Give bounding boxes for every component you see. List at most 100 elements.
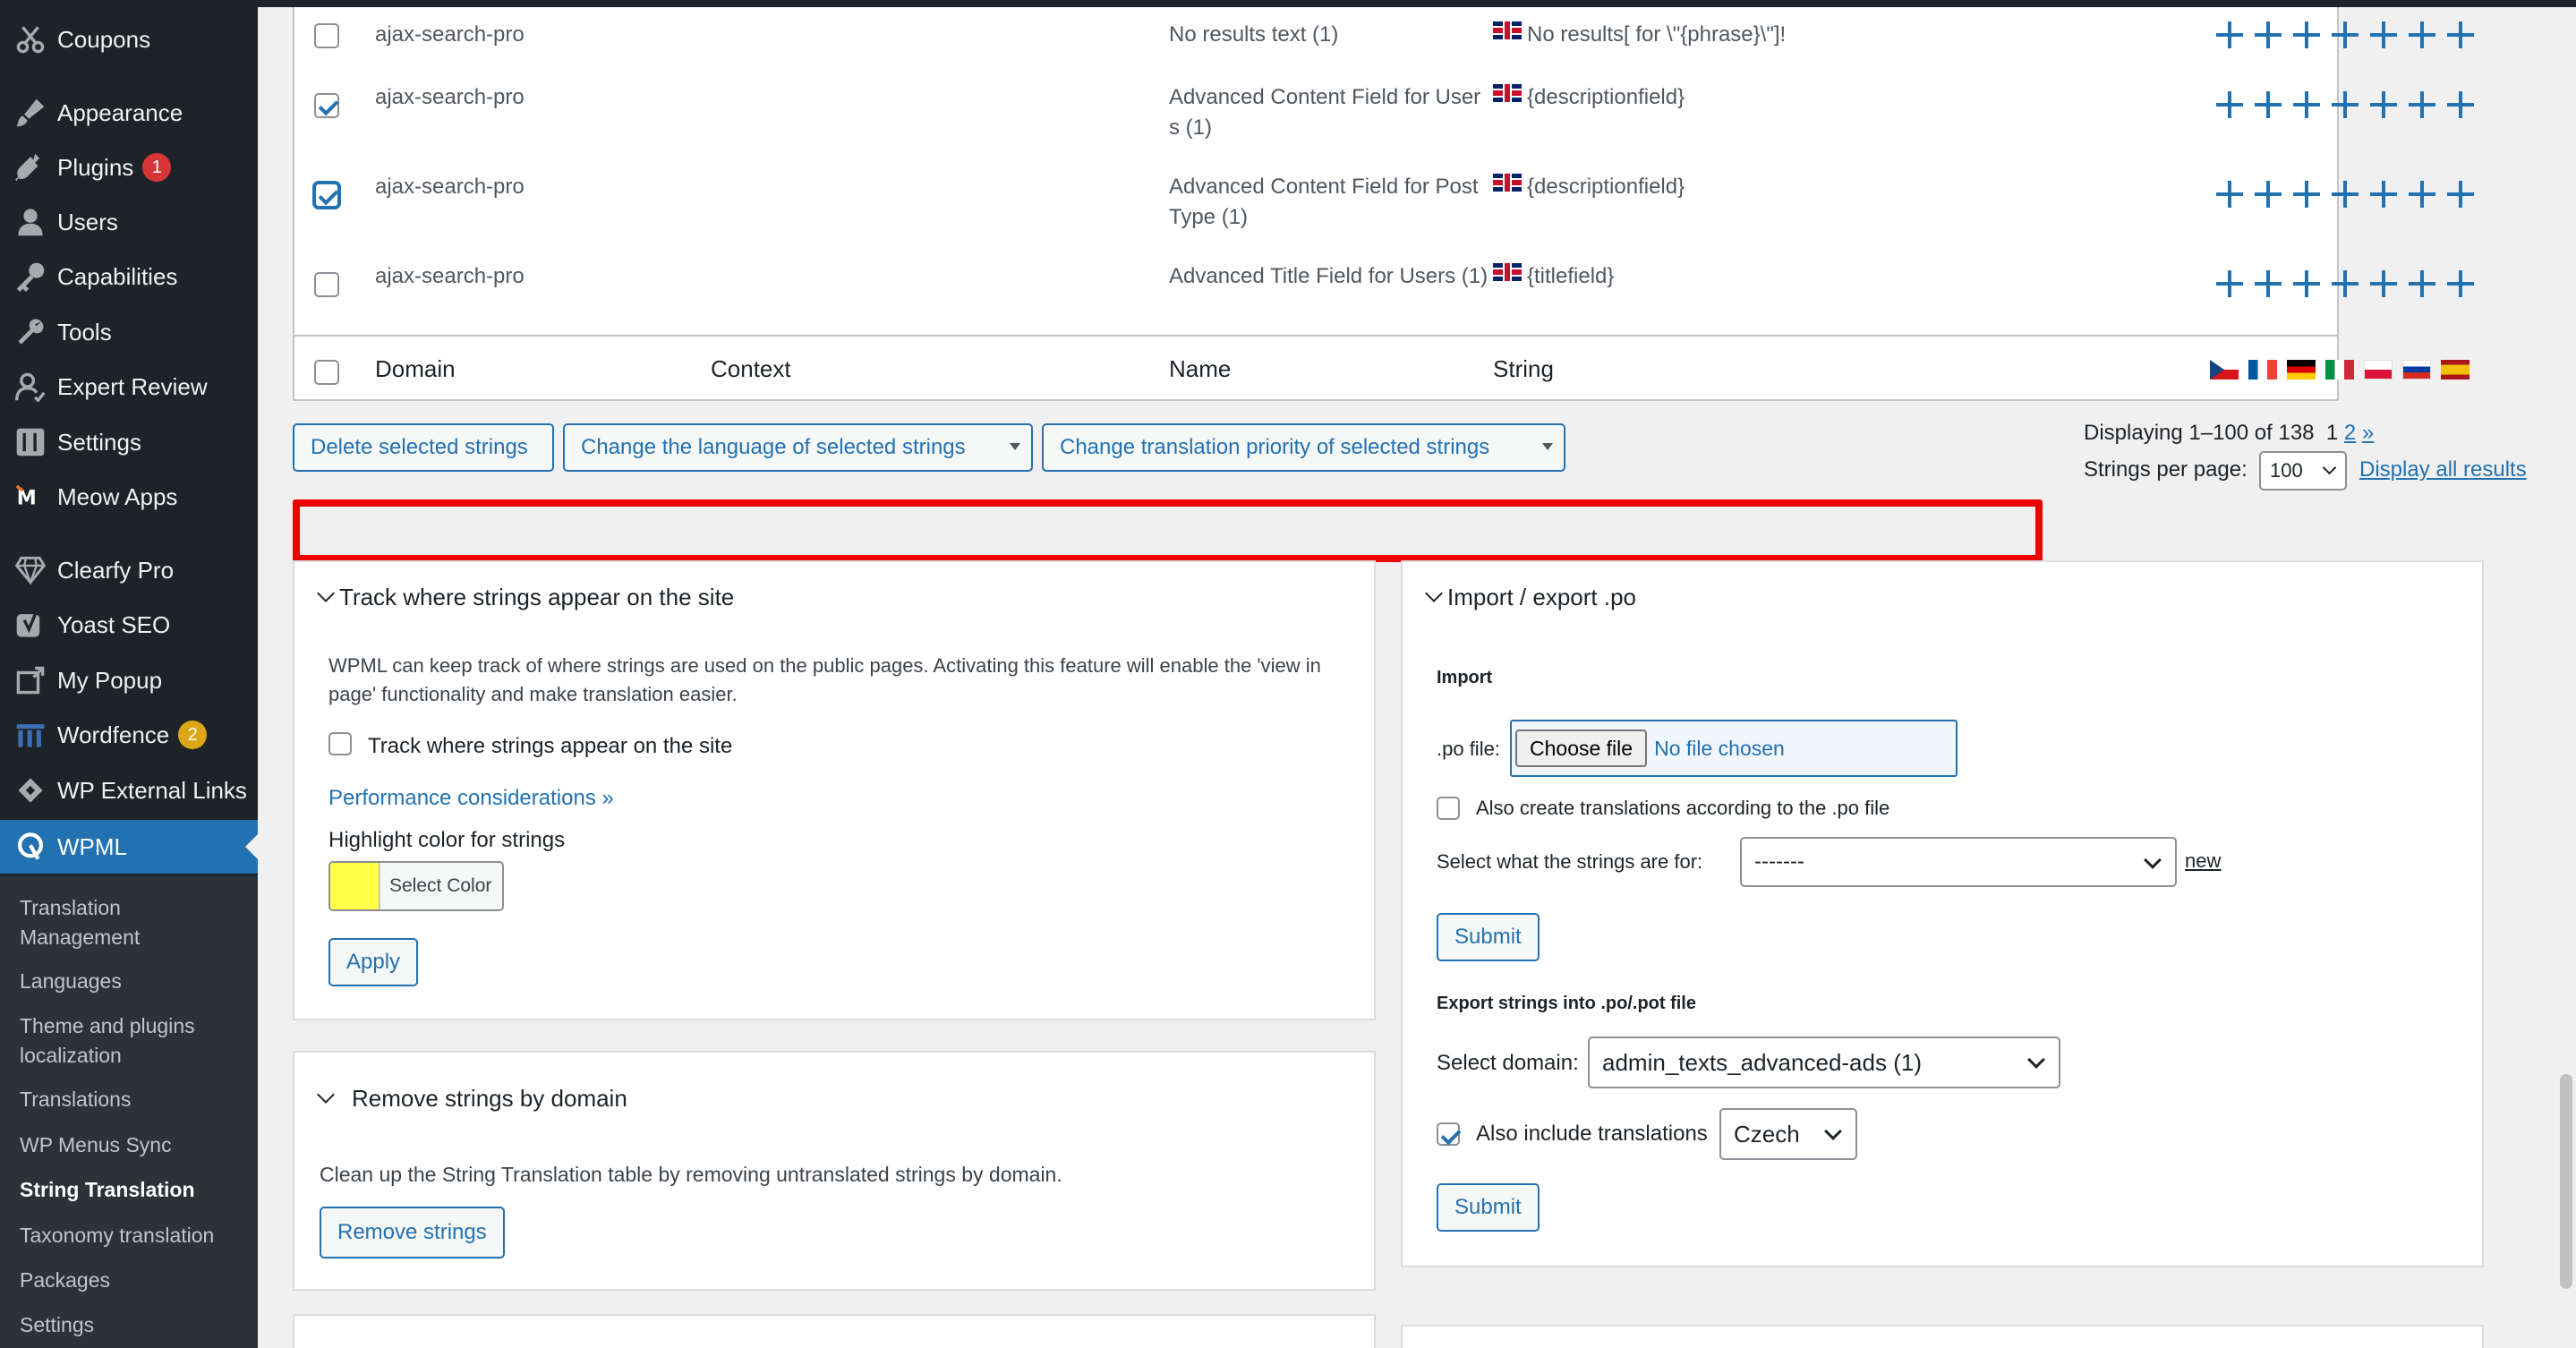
menu-settings[interactable]: Settings [0,415,258,469]
track-strings-toggle[interactable]: Track where strings appear on the site [317,584,734,611]
column-domain[interactable]: Domain [375,353,456,385]
remove-strings-button[interactable]: Remove strings [320,1207,505,1258]
submenu-translation-management[interactable]: Translation Management [20,893,243,952]
menu-appearance[interactable]: Appearance [0,86,258,140]
add-translation-french-icon[interactable] [2248,20,2287,50]
domain-select[interactable]: admin_texts_advanced-ads (1) [1588,1037,2060,1088]
page-2-link[interactable]: 2 [2344,421,2356,445]
track-strings-checkbox[interactable] [328,732,352,755]
choose-file-button[interactable]: Choose file [1515,729,1648,767]
submenu-theme-plugins-localization[interactable]: Theme and plugins localization [20,1011,243,1071]
column-context[interactable]: Context [711,353,791,385]
submenu-string-translation[interactable]: String Translation [20,1175,243,1205]
add-translation-polish-icon[interactable] [2364,179,2402,209]
add-translation-polish-icon[interactable] [2364,90,2402,120]
add-translation-spanish-icon[interactable] [2441,269,2479,299]
add-translation-italian-icon[interactable] [2325,20,2364,50]
submenu-settings[interactable]: Settings [20,1310,243,1340]
menu-coupons[interactable]: Coupons [0,13,258,66]
add-translation-russian-icon[interactable] [2402,179,2441,209]
submenu-wp-menus-sync[interactable]: WP Menus Sync [20,1130,243,1160]
include-translations-checkbox[interactable] [1437,1122,1460,1146]
menu-wpml[interactable]: WPML [0,820,258,874]
row-checkbox[interactable] [314,183,339,208]
add-translation-spanish-icon[interactable] [2441,90,2479,120]
submenu-translations[interactable]: Translations [20,1085,243,1114]
menu-wordfence[interactable]: Wordfence 2 [0,708,258,762]
row-checkbox[interactable] [314,23,339,48]
add-translation-spanish-icon[interactable] [2441,179,2479,209]
menu-expert-review[interactable]: Expert Review [0,360,258,414]
import-submit-button[interactable]: Submit [1437,913,1540,961]
column-string[interactable]: String [1493,353,1554,385]
remove-strings-toggle[interactable]: Remove strings by domain [317,1085,627,1113]
add-translation-polish-icon[interactable] [2364,269,2402,299]
menu-label: WPML [57,832,127,860]
chevron-down-icon [1824,1122,1842,1140]
add-translation-russian-icon[interactable] [2402,269,2441,299]
add-translation-german-icon[interactable] [2287,179,2325,209]
add-translation-italian-icon[interactable] [2325,90,2364,120]
menu-clearfy-pro[interactable]: Clearfy Pro [0,543,258,597]
uk-flag-icon [1493,263,1522,281]
row-checkbox[interactable] [314,272,339,297]
menu-users[interactable]: Users [0,195,258,249]
add-translation-french-icon[interactable] [2248,269,2287,299]
delete-selected-button[interactable]: Delete selected strings [293,423,554,472]
add-translation-polish-icon[interactable] [2364,20,2402,50]
menu-yoast-seo[interactable]: Yoast SEO [0,598,258,652]
also-create-checkbox[interactable] [1437,797,1460,820]
export-language-select[interactable]: Czech [1719,1108,1857,1160]
new-link[interactable]: new [2185,849,2221,873]
page-scrollbar[interactable] [2560,1074,2572,1289]
menu-tools[interactable]: Tools [0,305,258,359]
add-translation-german-icon[interactable] [2287,90,2325,120]
submenu-languages[interactable]: Languages [20,967,243,996]
add-translation-french-icon[interactable] [2248,179,2287,209]
table-row: ajax-search-pro Advanced Content Field f… [294,159,2474,249]
change-priority-select[interactable]: Change translation priority of selected … [1042,423,1565,472]
link-icon [13,772,48,808]
add-translation-german-icon[interactable] [2287,269,2325,299]
add-translation-italian-icon[interactable] [2325,179,2364,209]
select-all-checkbox[interactable] [314,360,339,385]
menu-wp-external-links[interactable]: WP External Links [0,764,258,817]
add-translation-german-icon[interactable] [2287,20,2325,50]
submenu-packages[interactable]: Packages [20,1266,243,1295]
add-translation-russian-icon[interactable] [2402,90,2441,120]
add-translation-czech-icon[interactable] [2210,90,2248,120]
add-translation-russian-icon[interactable] [2402,20,2441,50]
table-footer: Domain Context Name String [294,335,2469,401]
po-file-label: .po file: [1437,738,1500,760]
strings-for-select[interactable]: ------- [1740,837,2177,887]
po-file-input[interactable]: Choose file No file chosen [1510,720,1958,777]
per-page-select[interactable]: 100 [2259,451,2347,491]
submenu-taxonomy-translation[interactable]: Taxonomy translation [20,1221,243,1250]
row-domain: ajax-search-pro [375,22,525,47]
add-translation-czech-icon[interactable] [2210,269,2248,299]
change-language-select[interactable]: Change the language of selected strings [563,423,1033,472]
menu-capabilities[interactable]: Capabilities [0,250,258,303]
add-translation-spanish-icon[interactable] [2441,20,2479,50]
menu-meow-apps[interactable]: M Meow Apps [0,470,258,524]
add-translation-french-icon[interactable] [2248,90,2287,120]
color-picker-button[interactable]: Select Color [328,861,504,911]
add-translation-italian-icon[interactable] [2325,269,2364,299]
menu-plugins[interactable]: Plugins 1 [0,141,258,194]
column-name[interactable]: Name [1169,353,1231,385]
menu-label: Capabilities [57,262,178,290]
performance-considerations-link[interactable]: Performance considerations » [328,786,614,811]
next-page-link[interactable]: » [2362,421,2374,445]
row-string: No results[ for \"{phrase}\"]! [1493,20,1786,50]
add-translation-czech-icon[interactable] [2210,179,2248,209]
export-submit-button[interactable]: Submit [1437,1183,1540,1232]
display-all-link[interactable]: Display all results [2359,457,2527,482]
apply-button[interactable]: Apply [328,938,419,986]
plugin-icon [13,149,48,185]
menu-my-popup[interactable]: My Popup [0,653,258,707]
track-strings-box: Track where strings appear on the site W… [293,560,1376,1020]
add-translation-czech-icon[interactable] [2210,20,2248,50]
import-export-toggle[interactable]: Import / export .po [1425,584,1636,611]
pagination-info: Displaying 1–100 of 138 1 2 » [2084,421,2374,446]
row-checkbox[interactable] [314,93,339,118]
